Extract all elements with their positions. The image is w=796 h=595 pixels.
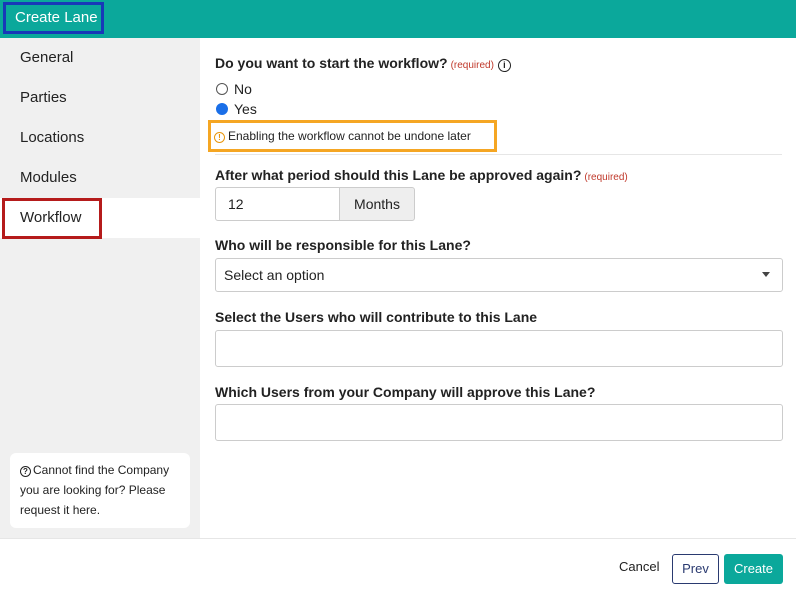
approvers-question: Which Users from your Company will appro…	[215, 384, 596, 400]
sidebar-item-parties[interactable]: Parties	[0, 78, 200, 118]
prev-button[interactable]: Prev	[672, 554, 719, 584]
radio-no[interactable]: No	[216, 80, 252, 98]
company-help-link[interactable]: ? Cannot find the Company you are looking…	[10, 453, 190, 528]
warning-text: Enabling the workflow cannot be undone l…	[228, 129, 471, 143]
sidebar-item-modules[interactable]: Modules	[0, 158, 200, 198]
create-button[interactable]: Create	[724, 554, 783, 584]
approval-period-question: After what period should this Lane be ap…	[215, 167, 628, 183]
required-marker: (required)	[584, 172, 628, 183]
contributors-input[interactable]	[215, 330, 783, 367]
radio-label: Yes	[234, 101, 257, 117]
radio-circle[interactable]	[216, 83, 228, 95]
workflow-form: Do you want to start the workflow? (requi…	[200, 38, 796, 538]
question-icon: ?	[20, 466, 31, 477]
select-value: Select an option	[224, 267, 325, 283]
contributors-question: Select the Users who will contribute to …	[215, 309, 538, 325]
info-icon[interactable]: i	[497, 59, 511, 72]
cancel-button[interactable]: Cancel	[619, 559, 659, 574]
divider	[215, 154, 782, 155]
responsible-select[interactable]: Select an option	[215, 258, 783, 292]
sidebar: General Parties Locations Modules Workfl…	[0, 38, 200, 538]
start-workflow-question: Do you want to start the workflow? (requi…	[215, 55, 511, 72]
footer: Cancel Prev Create	[0, 538, 796, 595]
approval-period-input[interactable]: 12	[215, 187, 340, 221]
radio-label: No	[234, 81, 252, 97]
responsible-question: Who will be responsible for this Lane?	[215, 237, 471, 253]
sidebar-item-locations[interactable]: Locations	[0, 118, 200, 158]
warning-icon: !	[214, 132, 225, 143]
help-text: Cannot find the Company you are looking …	[20, 463, 170, 517]
sidebar-item-general[interactable]: General	[0, 38, 200, 78]
sidebar-item-workflow[interactable]: Workflow	[0, 198, 200, 239]
radio-circle-checked[interactable]	[216, 103, 228, 115]
workflow-warning: ! Enabling the workflow cannot be undone …	[208, 120, 497, 152]
chevron-down-icon	[762, 272, 770, 277]
period-unit-addon: Months	[339, 187, 415, 221]
required-marker: (required)	[450, 60, 494, 71]
active-highlight	[2, 198, 102, 239]
page-title[interactable]: Create Lane	[3, 2, 104, 34]
radio-yes[interactable]: Yes	[216, 100, 257, 118]
header-bar: Create Lane	[0, 0, 796, 38]
approvers-input[interactable]	[215, 404, 783, 441]
